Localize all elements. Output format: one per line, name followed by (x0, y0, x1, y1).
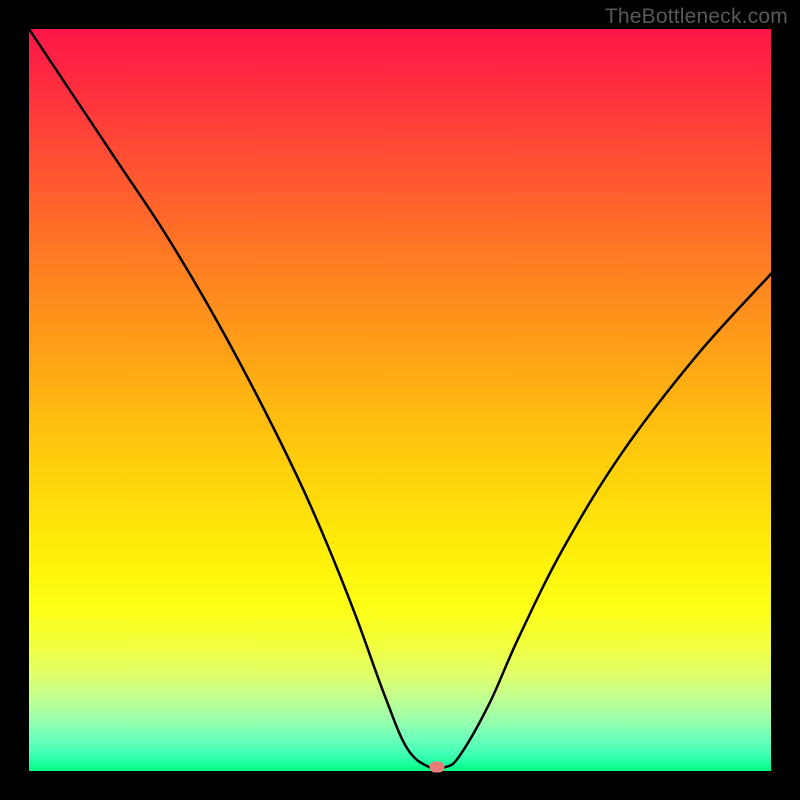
plot-area (29, 29, 771, 771)
bottleneck-curve (29, 29, 771, 771)
chart-frame: TheBottleneck.com (0, 0, 800, 800)
bottleneck-marker (430, 762, 445, 773)
watermark-text: TheBottleneck.com (605, 5, 788, 29)
